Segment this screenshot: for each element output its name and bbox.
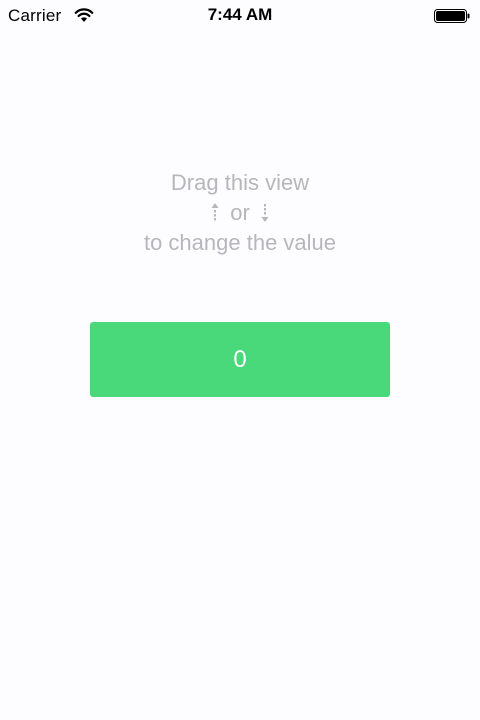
arrow-up-icon bbox=[211, 203, 219, 221]
status-time: 7:44 AM bbox=[207, 5, 273, 24]
instruction-line-1: Drag this view bbox=[170, 170, 310, 195]
status-bar: Carrier 7:44 AM bbox=[0, 0, 480, 32]
arrow-down-icon bbox=[261, 204, 269, 222]
instruction-connector: or bbox=[230, 200, 250, 225]
drag-value-stepper[interactable]: 0 bbox=[90, 322, 390, 397]
instruction-arrows-row: or bbox=[0, 198, 480, 228]
instruction-line-3: to change the value bbox=[143, 230, 337, 255]
drag-instructions: Drag this view or to change the value bbox=[0, 168, 480, 258]
stepper-value: 0 bbox=[233, 345, 247, 373]
battery-icon bbox=[434, 9, 470, 23]
